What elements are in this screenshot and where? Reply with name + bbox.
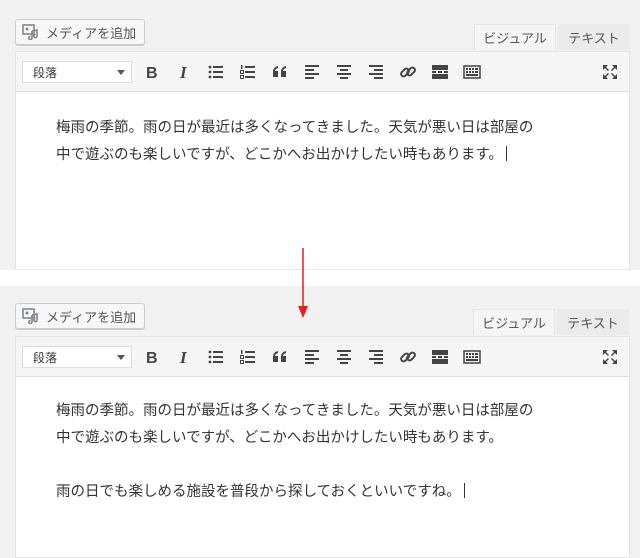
link-icon — [400, 66, 416, 78]
editor-toolbar: 段落 B I — [16, 337, 629, 377]
numbered-list-button[interactable] — [238, 62, 258, 82]
format-select[interactable]: 段落 — [22, 61, 132, 83]
italic-icon: I — [179, 348, 188, 366]
read-more-icon — [432, 65, 448, 79]
tab-text[interactable]: テキスト — [557, 309, 629, 335]
svg-text:I: I — [179, 348, 188, 366]
add-media-label: メディアを追加 — [46, 26, 137, 42]
bulleted-list-button[interactable] — [206, 62, 226, 82]
svg-text:B: B — [146, 65, 158, 81]
fullscreen-button[interactable] — [600, 62, 620, 82]
link-button[interactable] — [398, 62, 418, 82]
numbered-list-icon — [240, 65, 255, 79]
blockquote-icon — [273, 66, 286, 77]
media-icon — [22, 24, 38, 40]
read-more-button[interactable] — [430, 347, 450, 367]
content-line-text: 中で遊ぶのも楽しいですが、どこかへお出かけしたい時もあります。 — [56, 147, 503, 163]
arrow-down-icon — [298, 248, 308, 318]
content-line: 梅雨の季節。雨の日が最近は多くなってきました。天気が悪い日は部屋の — [56, 403, 534, 419]
bold-icon: B — [146, 65, 158, 81]
editor-box: 段落 B I 梅雨の季節。雨の日が最近は多くなってきました。天気が悪い日は部屋の… — [15, 336, 630, 558]
media-icon — [22, 308, 38, 324]
align-center-button[interactable] — [334, 347, 354, 367]
bulleted-list-icon — [208, 350, 223, 364]
format-select-value: 段落 — [33, 350, 58, 365]
toolbar-toggle-button[interactable] — [462, 347, 482, 367]
fullscreen-icon — [603, 65, 617, 79]
align-left-icon — [305, 350, 319, 364]
editor-content[interactable]: 梅雨の季節。雨の日が最近は多くなってきました。天気が悪い日は部屋の 中で遊ぶのも… — [56, 398, 533, 506]
italic-icon: I — [179, 63, 188, 81]
bold-button[interactable]: B — [142, 62, 162, 82]
text-cursor — [463, 483, 465, 498]
read-more-icon — [432, 350, 448, 364]
blockquote-button[interactable] — [270, 347, 290, 367]
add-media-button[interactable]: メディアを追加 — [15, 19, 146, 45]
italic-button[interactable]: I — [174, 347, 194, 367]
align-right-icon — [369, 65, 383, 79]
bulleted-list-button[interactable] — [206, 347, 226, 367]
toolbar-toggle-button[interactable] — [462, 62, 482, 82]
content-line: 中で遊ぶのも楽しいですが、どこかへお出かけしたい時もあります。 — [56, 142, 533, 169]
svg-text:B: B — [146, 350, 158, 366]
tab-text[interactable]: テキスト — [558, 24, 630, 50]
numbered-list-button[interactable] — [238, 347, 258, 367]
align-left-icon — [305, 65, 319, 79]
text-cursor — [505, 146, 507, 161]
blockquote-button[interactable] — [270, 62, 290, 82]
add-media-label: メディアを追加 — [46, 310, 137, 326]
chevron-down-icon — [117, 355, 125, 360]
align-center-button[interactable] — [334, 62, 354, 82]
content-line: 雨の日でも楽しめる施設を普段から探しておくといいですね。 — [56, 479, 533, 506]
add-media-button[interactable]: メディアを追加 — [15, 303, 146, 329]
align-right-icon — [369, 350, 383, 364]
format-select-value: 段落 — [33, 65, 58, 80]
editor-box: 段落 B I 梅雨の季節。雨の日が最近は多くなってきました。天気が悪い日は部屋の… — [15, 51, 630, 270]
editor-panel-before: メディアを追加 ビジュアル テキスト 段落 B I 梅雨の季節。雨の日が最近は多… — [0, 0, 640, 270]
blockquote-icon — [273, 351, 286, 362]
chevron-down-icon — [117, 70, 125, 75]
content-line-text: 雨の日でも楽しめる施設を普段から探しておくといいですね。 — [56, 484, 461, 500]
editor-panel-after: メディアを追加 ビジュアル テキスト 段落 B I 梅雨の季節。雨の日が最近は多… — [0, 286, 640, 558]
toolbar-toggle-icon — [463, 350, 481, 364]
editor-content[interactable]: 梅雨の季節。雨の日が最近は多くなってきました。天気が悪い日は部屋の 中で遊ぶのも… — [56, 115, 533, 169]
svg-text:I: I — [179, 63, 188, 81]
content-line: 中で遊ぶのも楽しいですが、どこかへお出かけしたい時もあります。 — [56, 430, 503, 446]
bold-icon: B — [146, 350, 158, 366]
toolbar-toggle-icon — [463, 65, 481, 79]
link-button[interactable] — [398, 347, 418, 367]
align-right-button[interactable] — [366, 62, 386, 82]
read-more-button[interactable] — [430, 62, 450, 82]
align-center-icon — [337, 350, 351, 364]
align-right-button[interactable] — [366, 347, 386, 367]
bold-button[interactable]: B — [142, 347, 162, 367]
italic-button[interactable]: I — [174, 62, 194, 82]
align-left-button[interactable] — [302, 62, 322, 82]
fullscreen-button[interactable] — [600, 347, 620, 367]
editor-toolbar: 段落 B I — [16, 52, 629, 92]
fullscreen-icon — [603, 350, 617, 364]
numbered-list-icon — [240, 350, 255, 364]
align-center-icon — [337, 65, 351, 79]
tab-visual[interactable]: ビジュアル — [473, 309, 555, 335]
link-icon — [400, 351, 416, 363]
content-line: 梅雨の季節。雨の日が最近は多くなってきました。天気が悪い日は部屋の — [56, 120, 534, 136]
tab-visual[interactable]: ビジュアル — [474, 24, 556, 50]
bulleted-list-icon — [208, 65, 223, 79]
format-select[interactable]: 段落 — [22, 346, 132, 368]
align-left-button[interactable] — [302, 347, 322, 367]
